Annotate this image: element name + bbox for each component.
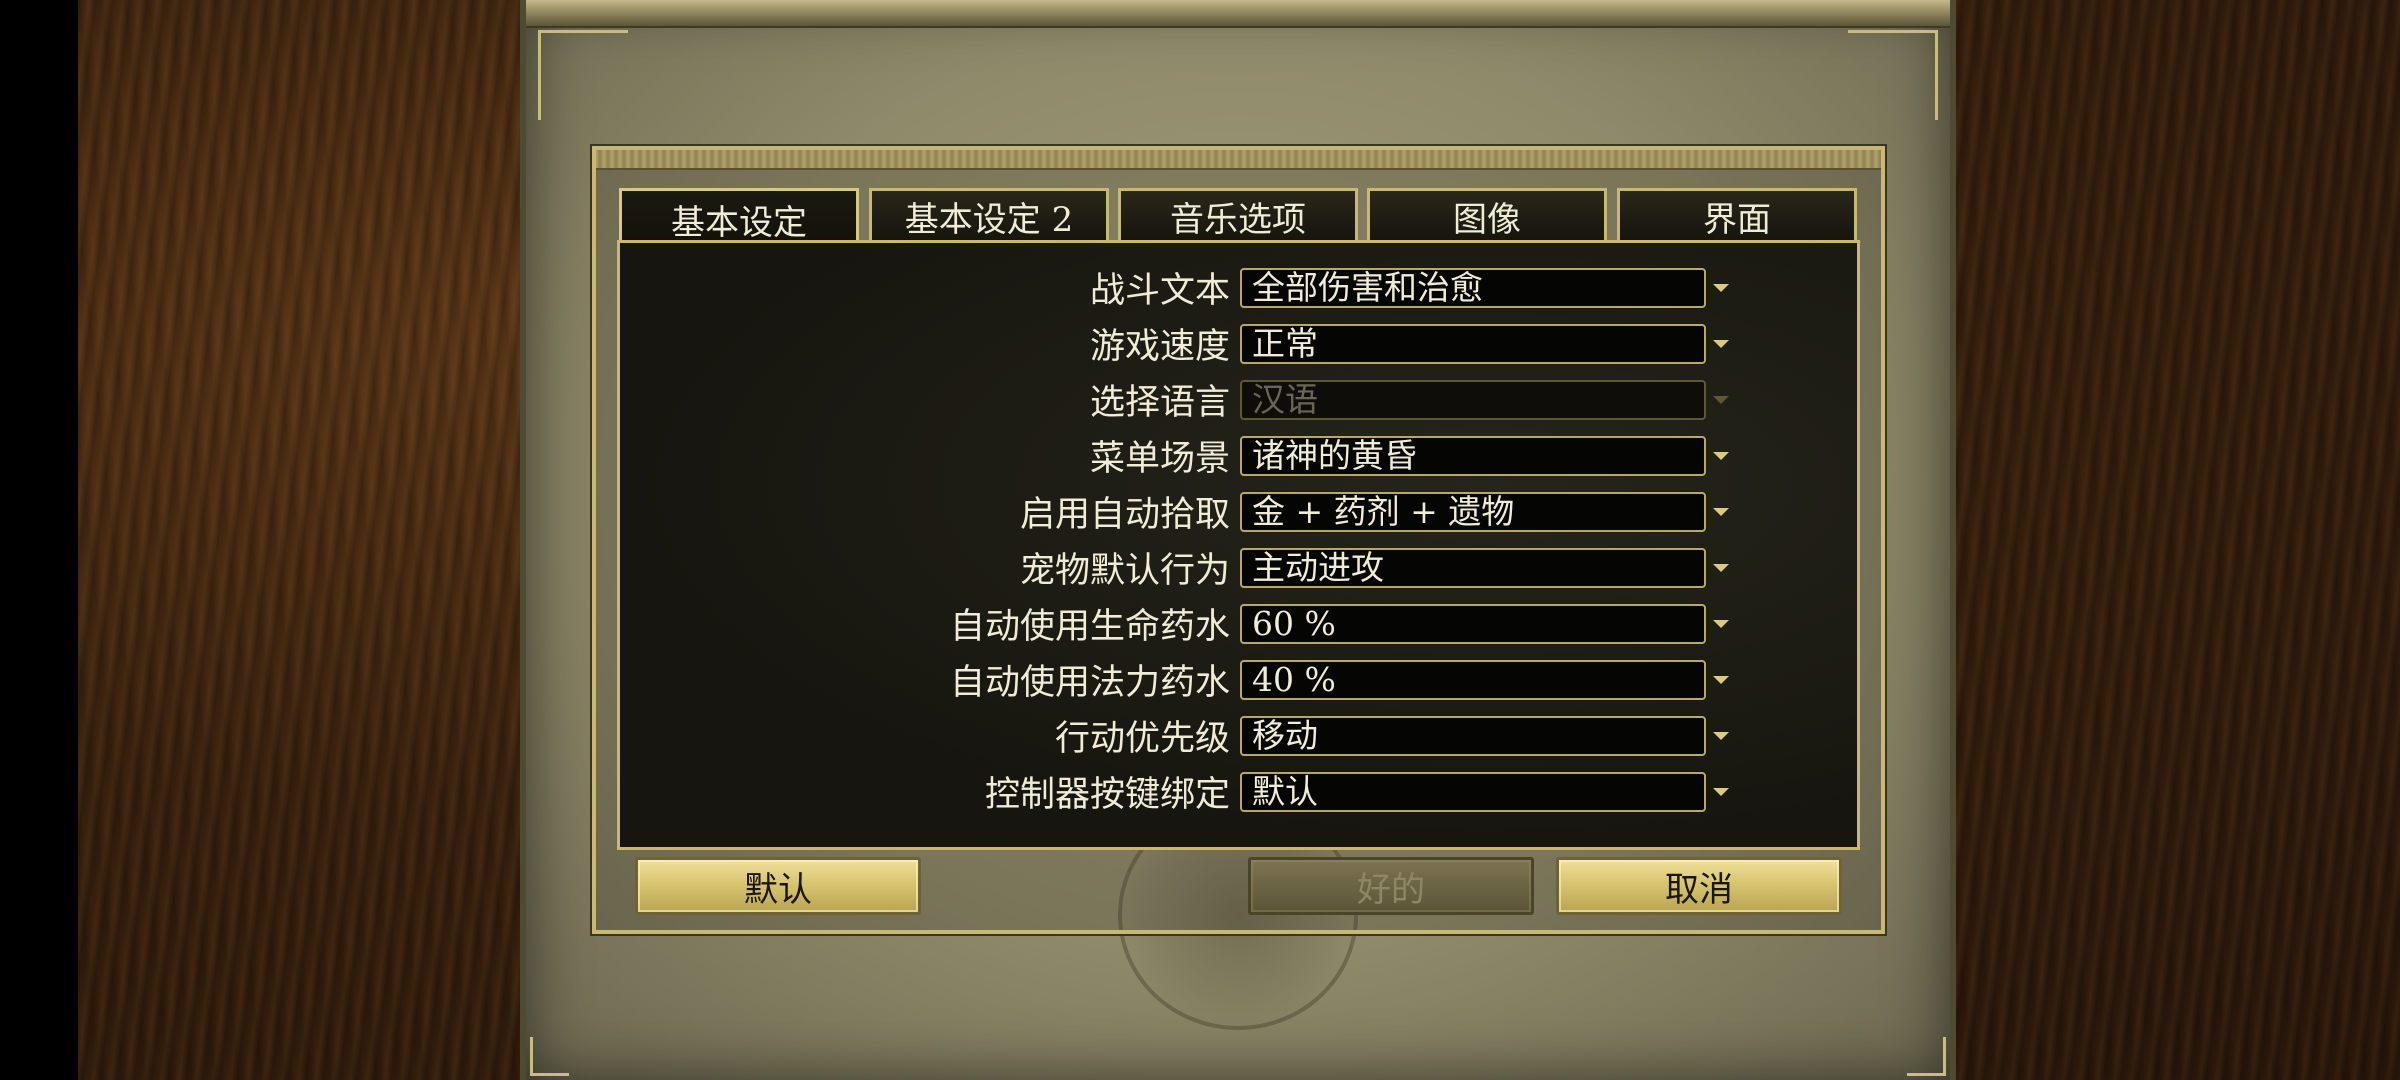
setting-label-action-priority: 行动优先级 (1054, 719, 1230, 759)
chevron-down-icon[interactable] (1713, 284, 1729, 292)
setting-label-menu-scene: 菜单场景 (1089, 439, 1230, 479)
setting-label-language: 选择语言 (1089, 383, 1230, 423)
chevron-down-icon[interactable] (1713, 620, 1729, 628)
corner-ornament-icon (530, 1037, 569, 1076)
game-speed-dropdown[interactable]: 正常 (1240, 324, 1706, 364)
dialog-top-border (596, 150, 1881, 170)
tab-basic-settings-2[interactable]: 基本设定 2 (869, 188, 1109, 242)
chevron-down-icon[interactable] (1713, 508, 1729, 516)
chevron-down-icon (1713, 396, 1729, 404)
chevron-down-icon[interactable] (1713, 340, 1729, 348)
setting-label-auto-pickup: 启用自动拾取 (1019, 495, 1230, 535)
game-screen: 基本设定 基本设定 2 音乐选项 图像 界面 战斗文本 全部伤害和治愈 游戏速度… (0, 0, 2400, 1080)
chevron-down-icon[interactable] (1713, 788, 1729, 796)
setting-label-pet-behavior: 宠物默认行为 (1019, 551, 1230, 591)
tab-interface[interactable]: 界面 (1617, 188, 1857, 242)
cancel-button[interactable]: 取消 (1556, 857, 1842, 915)
corner-ornament-icon (1907, 1037, 1946, 1076)
ok-button: 好的 (1248, 857, 1534, 915)
setting-label-combat-text: 战斗文本 (1089, 271, 1230, 311)
setting-label-auto-health-potion: 自动使用生命药水 (949, 607, 1230, 647)
controller-bindings-dropdown[interactable]: 默认 (1240, 772, 1706, 812)
language-dropdown: 汉语 (1240, 380, 1706, 420)
auto-pickup-dropdown[interactable]: 金 + 药剂 + 遗物 (1240, 492, 1706, 532)
menu-scene-dropdown[interactable]: 诸神的黄昏 (1240, 436, 1706, 476)
chevron-down-icon[interactable] (1713, 732, 1729, 740)
default-button[interactable]: 默认 (635, 857, 921, 915)
setting-label-game-speed: 游戏速度 (1089, 327, 1230, 367)
chevron-down-icon[interactable] (1713, 564, 1729, 572)
combat-text-dropdown[interactable]: 全部伤害和治愈 (1240, 268, 1706, 308)
stone-top-bar (526, 0, 1950, 28)
pet-behavior-dropdown[interactable]: 主动进攻 (1240, 548, 1706, 588)
corner-ornament-icon (1848, 30, 1938, 120)
setting-label-controller-bindings: 控制器按键绑定 (984, 775, 1230, 815)
tab-basic-settings[interactable]: 基本设定 (619, 188, 859, 248)
tab-graphics[interactable]: 图像 (1367, 188, 1607, 242)
setting-label-auto-mana-potion: 自动使用法力药水 (949, 663, 1230, 703)
corner-ornament-icon (538, 30, 628, 120)
chevron-down-icon[interactable] (1713, 676, 1729, 684)
auto-mana-potion-dropdown[interactable]: 40 % (1240, 660, 1706, 700)
tab-music-options[interactable]: 音乐选项 (1118, 188, 1358, 242)
action-priority-dropdown[interactable]: 移动 (1240, 716, 1706, 756)
chevron-down-icon[interactable] (1713, 452, 1729, 460)
auto-health-potion-dropdown[interactable]: 60 % (1240, 604, 1706, 644)
